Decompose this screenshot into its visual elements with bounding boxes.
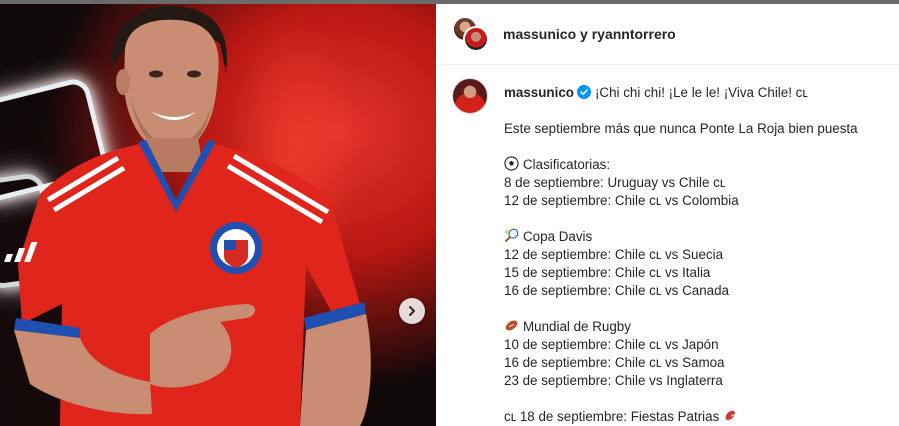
collab-avatars[interactable]	[452, 16, 489, 52]
schedule-line: 16 de septiembre: Chile cʟ vs Canada	[504, 283, 729, 298]
avatar[interactable]	[452, 78, 488, 114]
tennis-racket-icon	[504, 228, 519, 243]
post-media-photo[interactable]	[0, 4, 436, 426]
schedule-line: 8 de septiembre: Uruguay vs Chile cʟ	[504, 175, 726, 190]
verified-badge-icon	[576, 85, 591, 99]
rugby-ball-icon	[505, 320, 518, 331]
caption-intro: Este septiembre más que nunca Ponte La R…	[504, 121, 858, 136]
section-title-rugby: Mundial de Rugby	[504, 318, 894, 336]
next-photo-button[interactable]	[399, 298, 425, 324]
post-details-panel: massunico y ryanntorrero massunico ¡Chi c…	[436, 4, 899, 426]
meat-skewer-icon	[725, 410, 736, 420]
caption-headline: ¡Chi chi chi! ¡Le le le! ¡Viva Chile! cʟ	[594, 85, 808, 100]
section-title-clasificatorias: Clasificatorias:	[504, 156, 894, 174]
soccer-ball-icon	[504, 156, 519, 171]
username-link[interactable]: massunico	[504, 85, 574, 100]
section-title-copa-davis: Copa Davis	[504, 228, 894, 246]
schedule-line: 23 de septiembre: Chile vs Inglaterra	[504, 373, 723, 388]
schedule-line: 10 de septiembre: Chile cʟ vs Japón	[504, 337, 719, 352]
chevron-right-icon	[409, 306, 415, 316]
schedule-line: 12 de septiembre: Chile cʟ vs Colombia	[504, 193, 739, 208]
schedule-line: 15 de septiembre: Chile cʟ vs Italia	[504, 265, 711, 280]
man-in-chile-jersey-image	[4, 5, 371, 426]
post-caption: massunico ¡Chi chi chi! ¡Le le le! ¡Viva …	[504, 84, 894, 426]
collab-usernames[interactable]: massunico y ryanntorrero	[503, 26, 676, 42]
schedule-line: 12 de septiembre: Chile cʟ vs Suecia	[504, 247, 724, 262]
schedule-line: 16 de septiembre: Chile cʟ vs Samoa	[504, 355, 725, 370]
caption-closing-line: cʟ 18 de septiembre: Fiestas Patrias	[504, 408, 894, 426]
avatar	[463, 26, 489, 52]
caption-headline-line: massunico ¡Chi chi chi! ¡Le le le! ¡Viva …	[504, 84, 894, 102]
post-header: massunico y ryanntorrero	[436, 4, 899, 65]
